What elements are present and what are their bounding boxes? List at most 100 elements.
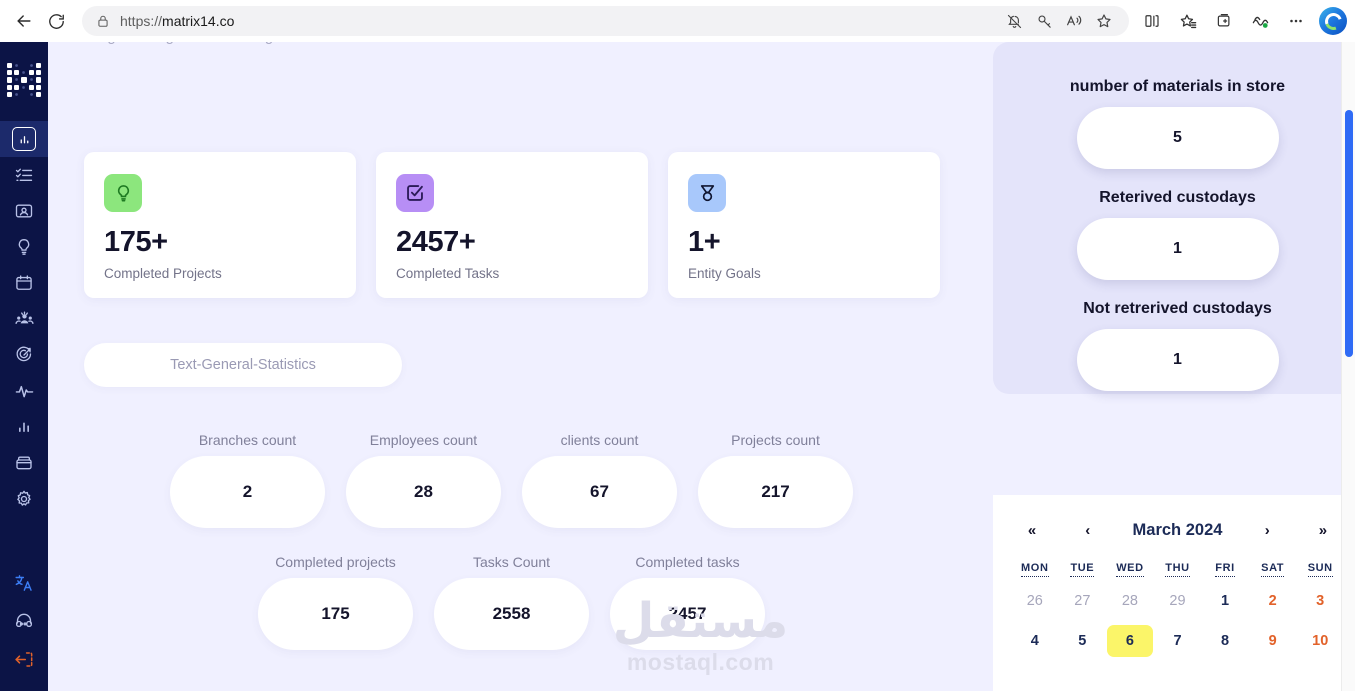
stat-card-completed-tasks[interactable]: 2457+ Completed Tasks (376, 152, 648, 298)
calendar-day[interactable]: 8 (1202, 625, 1248, 657)
calendar-day[interactable]: 5 (1059, 625, 1105, 657)
stat-card-entity-goals[interactable]: 1+ Entity Goals (668, 152, 940, 298)
checklist-icon (14, 165, 34, 185)
counter-value[interactable]: 175 (258, 578, 413, 650)
sidebar-item-goals[interactable] (0, 337, 48, 373)
copilot-button[interactable] (1319, 7, 1347, 35)
notifications-muted-button[interactable] (999, 6, 1029, 36)
sidebar-item-employees[interactable] (0, 193, 48, 229)
ellipsis-icon (1290, 19, 1302, 23)
calendar-last-button[interactable]: » (1312, 522, 1334, 539)
calendar-dow-sat: SAT (1261, 562, 1285, 577)
panel-block-retrieved-custodays: Reterived custodays 1 (993, 189, 1355, 280)
star-outline-icon (1097, 14, 1111, 28)
counter-value[interactable]: 2 (170, 456, 325, 528)
stat-card-completed-projects[interactable]: 175+ Completed Projects (84, 152, 356, 298)
read-aloud-icon (1067, 15, 1082, 26)
calendar-day[interactable]: 28 (1107, 585, 1153, 617)
favorites-button[interactable] (1171, 5, 1205, 37)
browser-essentials-icon (1252, 16, 1268, 28)
counter-value[interactable]: 28 (346, 456, 501, 528)
calendar-day[interactable]: 26 (1012, 585, 1058, 617)
calendar-day[interactable]: 27 (1059, 585, 1105, 617)
panel-title: Reterived custodays (1099, 189, 1256, 206)
refresh-button[interactable] (40, 5, 72, 37)
panel-value[interactable]: 1 (1076, 218, 1279, 280)
settings-and-more-button[interactable] (1279, 5, 1313, 37)
panel-title: number of materials in store (1069, 78, 1286, 95)
counter-value[interactable]: 2457 (610, 578, 765, 650)
calendar-day[interactable]: 2 (1250, 585, 1296, 617)
collections-button[interactable] (1207, 5, 1241, 37)
calendar-day[interactable]: 29 (1154, 585, 1200, 617)
counter-label: Completed projects (275, 554, 396, 570)
matrix-dot-logo (7, 63, 41, 97)
password-key-button[interactable] (1029, 6, 1059, 36)
split-screen-button[interactable] (1135, 5, 1169, 37)
counter-value[interactable]: 2558 (434, 578, 589, 650)
archive-box-icon (14, 453, 34, 473)
sidebar-item-language[interactable] (0, 565, 48, 601)
address-bar[interactable]: https://matrix14.co (82, 6, 1129, 36)
calendar-day[interactable]: 9 (1250, 625, 1296, 657)
stat-cards-row: 175+ Completed Projects 2457+ Completed … (84, 152, 940, 298)
sidebar-item-ideas[interactable] (0, 229, 48, 265)
add-favorite-button[interactable] (1089, 6, 1119, 36)
counter-value[interactable]: 67 (522, 456, 677, 528)
counter-completed-projects: Completed projects 175 (258, 554, 413, 650)
materials-panel: number of materials in store 5 Reterived… (993, 42, 1355, 394)
sidebar-item-archive[interactable] (0, 445, 48, 481)
sidebar-item-support[interactable] (0, 603, 48, 639)
back-button[interactable] (8, 5, 40, 37)
counter-employees: Employees count 28 (346, 432, 501, 528)
sidebar-item-tasks[interactable] (0, 157, 48, 193)
calendar-dow-thu: THU (1165, 562, 1190, 577)
counter-completed-tasks: Completed tasks 2457 (610, 554, 765, 650)
calendar-dow-fri: FRI (1215, 562, 1235, 577)
sidebar-item-dashboard[interactable] (0, 121, 48, 157)
collections-add-icon (1217, 14, 1230, 27)
page-scrollbar-thumb[interactable] (1345, 110, 1353, 357)
calendar-dow-mon: MON (1021, 562, 1049, 577)
calendar-day[interactable]: 10 (1297, 625, 1343, 657)
calendar-icon (14, 273, 34, 293)
general-statistics-bar[interactable]: Text-General-Statistics (84, 343, 402, 387)
calendar-next-button[interactable]: › (1256, 522, 1278, 539)
back-arrow-icon (17, 15, 31, 27)
counter-projects: Projects count 217 (698, 432, 853, 528)
sidebar-item-logout[interactable] (0, 641, 48, 677)
read-aloud-button[interactable] (1059, 6, 1089, 36)
sidebar-item-clients[interactable] (0, 301, 48, 337)
sidebar-item-calendar[interactable] (0, 265, 48, 301)
calendar-day[interactable]: 7 (1154, 625, 1200, 657)
calendar-day[interactable]: 4 (1012, 625, 1058, 657)
counter-label: Completed tasks (635, 554, 740, 570)
bell-muted-icon (1007, 14, 1021, 28)
stat-card-label: Completed Projects (104, 266, 222, 281)
panel-value[interactable]: 1 (1076, 329, 1279, 391)
panel-value[interactable]: 5 (1076, 107, 1279, 169)
counters-row-secondary: Completed projects 175 Tasks Count 2558 … (258, 554, 765, 650)
medal-icon (688, 174, 726, 212)
split-screen-icon (1145, 15, 1159, 27)
calendar-day[interactable]: 1 (1202, 585, 1248, 617)
calendar-day-selected[interactable]: 6 (1106, 625, 1153, 657)
calendar-first-button[interactable]: « (1021, 522, 1043, 539)
stat-card-label: Entity Goals (688, 266, 761, 281)
browser-essentials-button[interactable] (1243, 5, 1277, 37)
sidebar-item-settings[interactable] (0, 481, 48, 517)
sidebar-item-activity[interactable] (0, 373, 48, 409)
main-content: Programming and marketing services 175+ … (48, 42, 1355, 691)
counter-label: clients count (560, 432, 639, 448)
counter-value[interactable]: 217 (698, 456, 853, 528)
counter-label: Tasks Count (472, 554, 551, 570)
panel-title: Not retrerived custodays (1083, 300, 1272, 317)
calendar-header: « ‹ March 2024 › » (1011, 521, 1344, 540)
calendar-prev-button[interactable]: ‹ (1077, 522, 1099, 539)
browser-actions (1135, 5, 1347, 37)
sidebar-item-reports[interactable] (0, 409, 48, 445)
calendar-title[interactable]: March 2024 (1133, 521, 1223, 540)
gear-icon (14, 489, 34, 509)
calendar-day[interactable]: 3 (1297, 585, 1343, 617)
check-square-icon (396, 174, 434, 212)
